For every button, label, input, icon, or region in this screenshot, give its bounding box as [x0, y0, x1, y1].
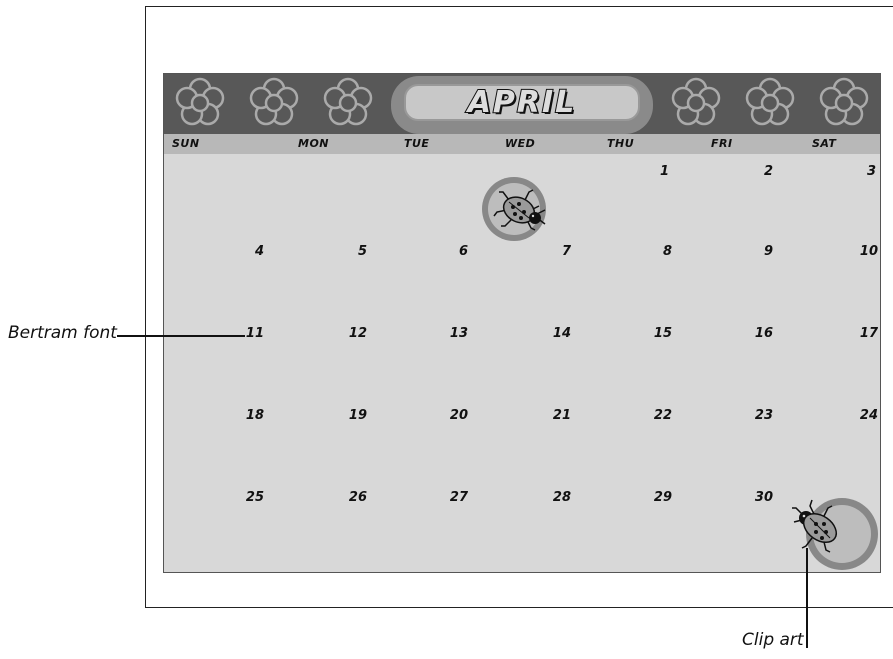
- date-cell: 19: [348, 408, 367, 423]
- weekday-mon: MON: [298, 137, 330, 150]
- date-cell: 14: [552, 326, 571, 341]
- date-cell: 18: [245, 408, 264, 423]
- date-cell: 11: [245, 326, 264, 341]
- date-cell: 4: [254, 244, 264, 259]
- date-cell: 6: [458, 244, 468, 259]
- date-cell: 1: [659, 164, 669, 179]
- ladybug-icon: [479, 174, 559, 246]
- date-cell: 21: [552, 408, 571, 423]
- weekday-header: SUN MON TUE WED THU FRI SAT: [164, 134, 880, 154]
- calendar: APRIL SUN MON TUE WED THU FRI SAT 1 2 3 …: [163, 73, 881, 573]
- date-cell: 27: [449, 490, 468, 505]
- date-cell: 9: [763, 244, 773, 259]
- date-cell: 26: [348, 490, 367, 505]
- ladybug-icon: [780, 492, 880, 576]
- calendar-banner: APRIL: [164, 74, 880, 134]
- date-cell: 28: [552, 490, 571, 505]
- date-cell: 23: [754, 408, 773, 423]
- date-cell: 29: [653, 490, 672, 505]
- callout-clipart-line: [806, 548, 808, 648]
- weekday-sat: SAT: [812, 137, 837, 150]
- date-cell: 3: [866, 164, 876, 179]
- date-cell: 7: [561, 244, 571, 259]
- month-title: APRIL: [467, 84, 577, 121]
- flower-icon: [248, 77, 300, 129]
- date-cell: 20: [449, 408, 468, 423]
- flower-icon: [818, 77, 870, 129]
- flower-icon: [174, 77, 226, 129]
- date-cell: 2: [763, 164, 773, 179]
- date-cell: 12: [348, 326, 367, 341]
- callout-clipart-label: Clip art: [742, 630, 804, 650]
- date-cell: 15: [653, 326, 672, 341]
- callout-font-label: Bertram font: [8, 323, 117, 343]
- weekday-tue: TUE: [404, 137, 430, 150]
- weekday-thu: THU: [607, 137, 635, 150]
- flower-icon: [670, 77, 722, 129]
- flower-icon: [744, 77, 796, 129]
- date-cell: 30: [754, 490, 773, 505]
- date-cell: 22: [653, 408, 672, 423]
- weekday-fri: FRI: [711, 137, 733, 150]
- date-cell: 24: [859, 408, 878, 423]
- flower-icon: [322, 77, 374, 129]
- date-cell: 5: [357, 244, 367, 259]
- weekday-wed: WED: [505, 137, 536, 150]
- date-cell: 10: [859, 244, 878, 259]
- callout-font-line: [117, 335, 245, 337]
- date-cell: 25: [245, 490, 264, 505]
- date-cell: 16: [754, 326, 773, 341]
- weekday-sun: SUN: [172, 137, 200, 150]
- date-cell: 8: [662, 244, 672, 259]
- date-cell: 17: [859, 326, 878, 341]
- date-cell: 13: [449, 326, 468, 341]
- month-title-box: APRIL: [404, 84, 640, 121]
